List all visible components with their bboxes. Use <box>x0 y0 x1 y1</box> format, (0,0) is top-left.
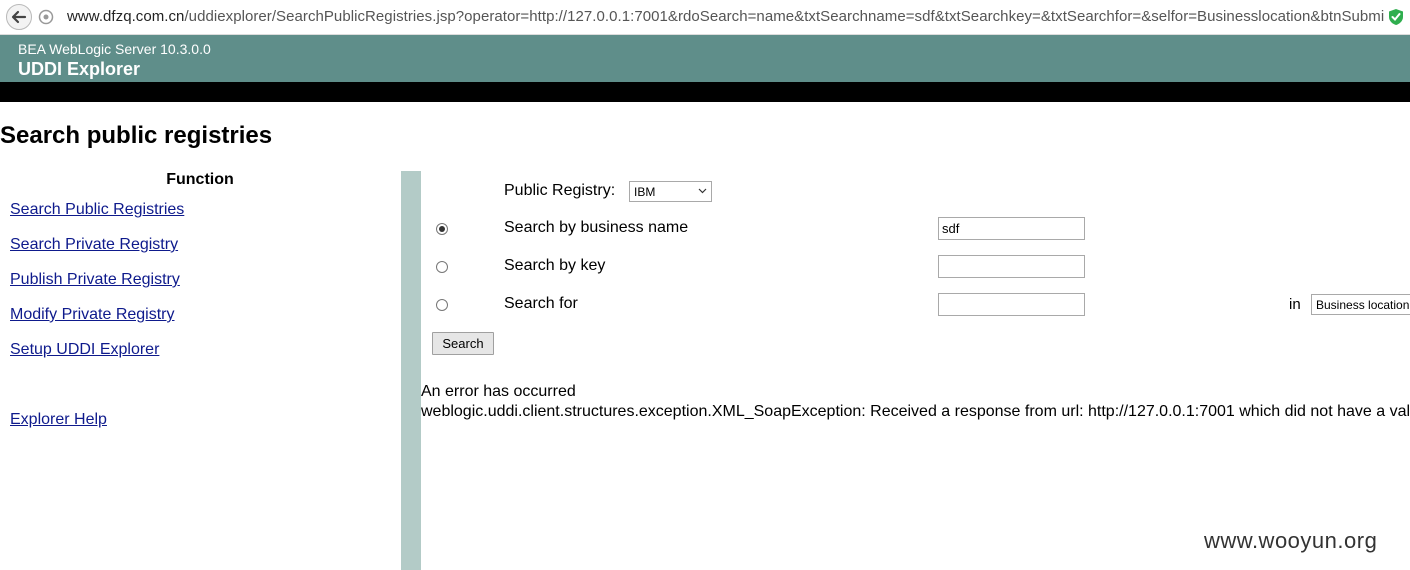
header-divider-bar <box>0 82 1410 102</box>
column-divider <box>401 171 421 570</box>
registry-label: Public Registry: <box>504 182 616 199</box>
back-button[interactable] <box>6 4 32 30</box>
chevron-down-icon <box>698 188 707 194</box>
search-for-input[interactable] <box>938 293 1085 316</box>
in-label: in <box>1289 296 1301 313</box>
sidebar-item-setup-uddi-explorer[interactable]: Setup UDDI Explorer <box>10 341 159 359</box>
radio-search-by-key[interactable] <box>436 261 448 273</box>
key-input[interactable] <box>938 255 1085 278</box>
nav-link[interactable]: Search Public Registries <box>10 201 184 218</box>
search-button[interactable]: Search <box>432 332 494 355</box>
error-message: weblogic.uddi.client.structures.exceptio… <box>421 403 1410 420</box>
nav-link[interactable]: Modify Private Registry <box>10 306 175 323</box>
sidebar-heading: Function <box>166 171 234 188</box>
error-title: An error has occurred <box>421 383 576 400</box>
reload-icon[interactable] <box>38 9 54 25</box>
location-select-value: Business location <box>1316 298 1410 312</box>
page-title: Search public registries <box>0 122 273 149</box>
shield-check-icon[interactable] <box>1388 8 1404 26</box>
url-host: www.dfzq.com.cn <box>67 8 185 25</box>
watermark: www.wooyun.org <box>1204 528 1378 553</box>
sidebar-item-explorer-help[interactable]: Explorer Help <box>10 411 107 429</box>
search-for-label: Search for <box>504 295 578 312</box>
search-by-key-label: Search by key <box>504 257 606 274</box>
business-name-input[interactable] <box>938 217 1085 240</box>
nav-link[interactable]: Search Private Registry <box>10 236 178 253</box>
registry-select-value: IBM <box>634 185 656 199</box>
search-by-name-label: Search by business name <box>504 219 689 236</box>
app-title: UDDI Explorer <box>18 59 141 79</box>
nav-link[interactable]: Setup UDDI Explorer <box>10 341 159 358</box>
nav-link[interactable]: Explorer Help <box>10 411 107 428</box>
sidebar-item-modify-private-registry[interactable]: Modify Private Registry <box>10 306 175 324</box>
nav-link[interactable]: Publish Private Registry <box>10 271 180 288</box>
sidebar-item-search-public-registries[interactable]: Search Public Registries <box>10 201 184 219</box>
url-input[interactable]: www.dfzq.com.cn/uddiexplorer/SearchPubli… <box>67 8 1384 25</box>
radio-search-by-name[interactable] <box>436 223 448 235</box>
registry-select[interactable]: IBM <box>629 181 712 202</box>
product-version: BEA WebLogic Server 10.3.0.0 <box>18 41 211 57</box>
url-path: /uddiexplorer/SearchPublicRegistries.jsp… <box>184 8 1385 25</box>
sidebar-item-search-private-registry[interactable]: Search Private Registry <box>10 236 178 254</box>
app-header <box>0 35 1410 82</box>
radio-search-for[interactable] <box>436 299 448 311</box>
location-select[interactable]: Business location <box>1311 294 1410 315</box>
back-arrow-icon <box>11 10 27 24</box>
sidebar-item-publish-private-registry[interactable]: Publish Private Registry <box>10 271 180 289</box>
